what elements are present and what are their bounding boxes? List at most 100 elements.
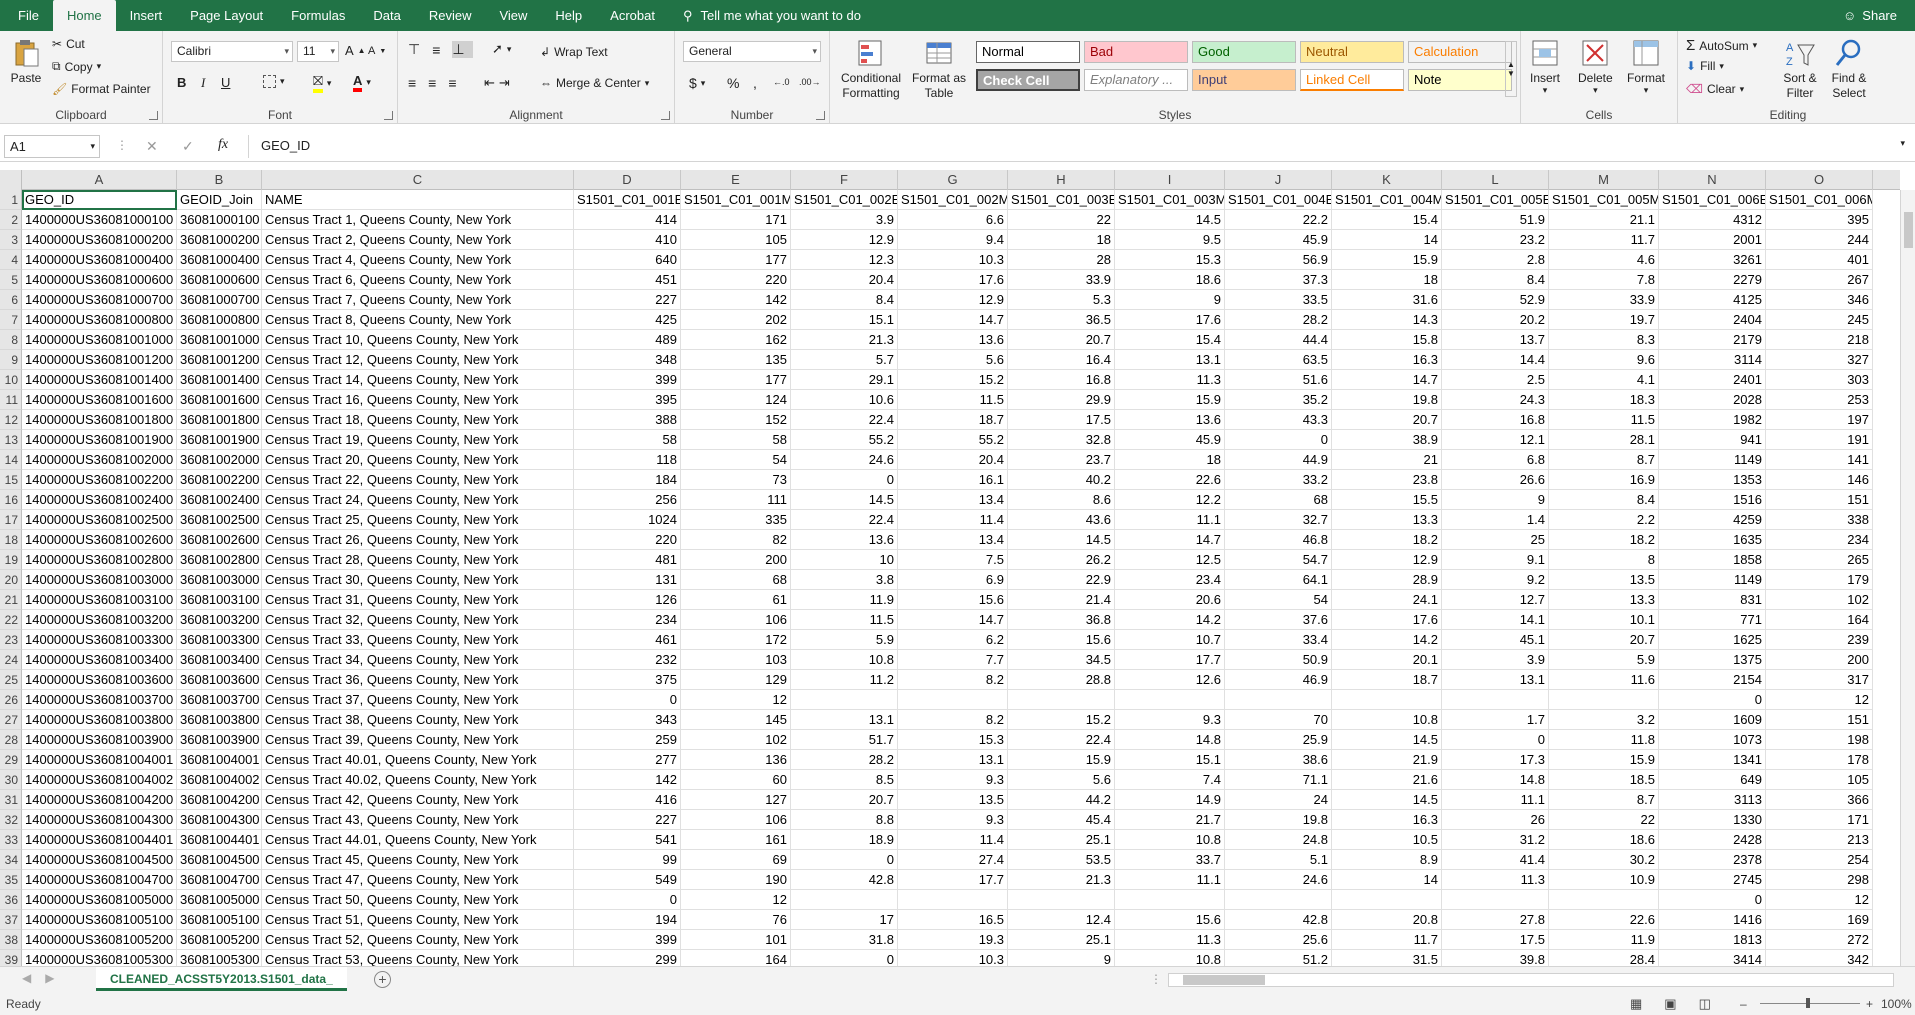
row-header[interactable]: 32 — [0, 810, 22, 830]
cell-e12[interactable]: 152 — [681, 410, 791, 430]
cell-e22[interactable]: 106 — [681, 610, 791, 630]
format-painter-button[interactable]: 🖌 Format Painter — [52, 82, 151, 96]
cell-h7[interactable]: 36.5 — [1008, 310, 1115, 330]
cell-m13[interactable]: 28.1 — [1549, 430, 1659, 450]
row-header[interactable]: 4 — [0, 250, 22, 270]
cell-j14[interactable]: 44.9 — [1225, 450, 1332, 470]
cell-l18[interactable]: 25 — [1442, 530, 1549, 550]
cell-g6[interactable]: 12.9 — [898, 290, 1008, 310]
cell-f29[interactable]: 28.2 — [791, 750, 898, 770]
cell-k32[interactable]: 16.3 — [1332, 810, 1442, 830]
decrease-decimal-button[interactable]: .00→ — [799, 77, 821, 87]
cell-c19[interactable]: Census Tract 28, Queens County, New York — [262, 550, 574, 570]
cell-n6[interactable]: 4125 — [1659, 290, 1766, 310]
cell-g7[interactable]: 14.7 — [898, 310, 1008, 330]
row-header[interactable]: 38 — [0, 930, 22, 950]
cell-n21[interactable]: 831 — [1659, 590, 1766, 610]
cell-k25[interactable]: 18.7 — [1332, 670, 1442, 690]
cell-l37[interactable]: 27.8 — [1442, 910, 1549, 930]
cell-i11[interactable]: 15.9 — [1115, 390, 1225, 410]
cell-h30[interactable]: 5.6 — [1008, 770, 1115, 790]
cell-g15[interactable]: 16.1 — [898, 470, 1008, 490]
row-header[interactable]: 33 — [0, 830, 22, 850]
horizontal-scroll-thumb[interactable] — [1183, 975, 1265, 985]
cell-h28[interactable]: 22.4 — [1008, 730, 1115, 750]
cell-style-linked-cell[interactable]: Linked Cell — [1300, 69, 1404, 91]
cell-m32[interactable]: 22 — [1549, 810, 1659, 830]
column-header-n[interactable]: N — [1659, 170, 1766, 190]
cell-i10[interactable]: 11.3 — [1115, 370, 1225, 390]
cell-b32[interactable]: 36081004300 — [177, 810, 262, 830]
cell-n8[interactable]: 2179 — [1659, 330, 1766, 350]
row-header[interactable]: 7 — [0, 310, 22, 330]
column-header-l[interactable]: L — [1442, 170, 1549, 190]
cell-k21[interactable]: 24.1 — [1332, 590, 1442, 610]
cell-e9[interactable]: 135 — [681, 350, 791, 370]
tab-data[interactable]: Data — [359, 0, 414, 31]
fill-button[interactable]: ⬇ Fill ▾ — [1686, 59, 1724, 73]
cell-j32[interactable]: 19.8 — [1225, 810, 1332, 830]
cell-l13[interactable]: 12.1 — [1442, 430, 1549, 450]
cell-a14[interactable]: 1400000US36081002000 — [22, 450, 177, 470]
cell-h15[interactable]: 40.2 — [1008, 470, 1115, 490]
add-sheet-button[interactable]: + — [374, 971, 391, 988]
cell-m15[interactable]: 16.9 — [1549, 470, 1659, 490]
cell-j34[interactable]: 5.1 — [1225, 850, 1332, 870]
cell-e17[interactable]: 335 — [681, 510, 791, 530]
cell-k2[interactable]: 15.4 — [1332, 210, 1442, 230]
tab-formulas[interactable]: Formulas — [277, 0, 359, 31]
cell-c7[interactable]: Census Tract 8, Queens County, New York — [262, 310, 574, 330]
cell-e30[interactable]: 60 — [681, 770, 791, 790]
cell-style-input[interactable]: Input — [1192, 69, 1296, 91]
cell-e33[interactable]: 161 — [681, 830, 791, 850]
cell-a26[interactable]: 1400000US36081003700 — [22, 690, 177, 710]
comma-button[interactable]: , — [753, 75, 757, 91]
cell-h26[interactable] — [1008, 690, 1115, 710]
cell-g5[interactable]: 17.6 — [898, 270, 1008, 290]
cell-c35[interactable]: Census Tract 47, Queens County, New York — [262, 870, 574, 890]
cell-b39[interactable]: 36081005300 — [177, 950, 262, 966]
cell-c30[interactable]: Census Tract 40.02, Queens County, New Y… — [262, 770, 574, 790]
cell-j4[interactable]: 56.9 — [1225, 250, 1332, 270]
cell-o29[interactable]: 178 — [1766, 750, 1873, 770]
cell-a2[interactable]: 1400000US36081000100 — [22, 210, 177, 230]
cell-j2[interactable]: 22.2 — [1225, 210, 1332, 230]
cell-b30[interactable]: 36081004002 — [177, 770, 262, 790]
cell-l20[interactable]: 9.2 — [1442, 570, 1549, 590]
cell-j33[interactable]: 24.8 — [1225, 830, 1332, 850]
cell-i37[interactable]: 15.6 — [1115, 910, 1225, 930]
row-header[interactable]: 17 — [0, 510, 22, 530]
cell-i16[interactable]: 12.2 — [1115, 490, 1225, 510]
cell-h23[interactable]: 15.6 — [1008, 630, 1115, 650]
cell-e21[interactable]: 61 — [681, 590, 791, 610]
row-header[interactable]: 3 — [0, 230, 22, 250]
cell-l31[interactable]: 11.1 — [1442, 790, 1549, 810]
cell-m27[interactable]: 3.2 — [1549, 710, 1659, 730]
cell-n4[interactable]: 3261 — [1659, 250, 1766, 270]
cell-h36[interactable] — [1008, 890, 1115, 910]
cell-j13[interactable]: 0 — [1225, 430, 1332, 450]
column-header-h[interactable]: H — [1008, 170, 1115, 190]
cell-m26[interactable] — [1549, 690, 1659, 710]
cell-a24[interactable]: 1400000US36081003400 — [22, 650, 177, 670]
cell-j31[interactable]: 24 — [1225, 790, 1332, 810]
cancel-icon[interactable]: ✕ — [146, 138, 158, 155]
cell-m16[interactable]: 8.4 — [1549, 490, 1659, 510]
cell-i12[interactable]: 13.6 — [1115, 410, 1225, 430]
cell-n1[interactable]: S1501_C01_006E — [1659, 190, 1766, 210]
cell-d4[interactable]: 640 — [574, 250, 681, 270]
cell-k11[interactable]: 19.8 — [1332, 390, 1442, 410]
cell-h4[interactable]: 28 — [1008, 250, 1115, 270]
cell-j27[interactable]: 70 — [1225, 710, 1332, 730]
cell-d9[interactable]: 348 — [574, 350, 681, 370]
row-header[interactable]: 25 — [0, 670, 22, 690]
cell-f12[interactable]: 22.4 — [791, 410, 898, 430]
cell-f23[interactable]: 5.9 — [791, 630, 898, 650]
cell-n37[interactable]: 1416 — [1659, 910, 1766, 930]
row-header[interactable]: 16 — [0, 490, 22, 510]
merge-center-button[interactable]: ⇔ Merge & Center ▾ — [540, 76, 649, 90]
cell-style-explanatory[interactable]: Explanatory ... — [1084, 69, 1188, 91]
cell-style-note[interactable]: Note — [1408, 69, 1512, 91]
cell-e18[interactable]: 82 — [681, 530, 791, 550]
cell-j20[interactable]: 64.1 — [1225, 570, 1332, 590]
